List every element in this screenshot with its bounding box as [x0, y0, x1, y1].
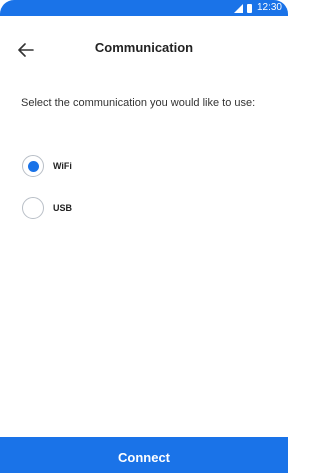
instruction-text: Select the communication you would like …	[21, 97, 256, 109]
wifi-label: WiFi	[53, 161, 72, 171]
option-usb[interactable]: USB	[22, 196, 72, 220]
status-time: 12:30	[256, 2, 282, 13]
page-title: Communication	[94, 40, 194, 55]
usb-radio[interactable]	[22, 197, 44, 219]
signal-icon	[233, 3, 243, 13]
app-bar: Communication	[0, 30, 288, 70]
usb-label: USB	[53, 203, 73, 213]
communication-screen: 12:30 Communication Select the communica…	[0, 0, 288, 473]
radio-selected-dot	[27, 160, 39, 172]
status-bar: 12:30	[0, 0, 288, 16]
option-wifi[interactable]: WiFi	[22, 154, 72, 178]
connect-button[interactable]: Connect	[0, 437, 288, 473]
wifi-radio[interactable]	[22, 155, 44, 177]
battery-icon	[246, 3, 252, 13]
